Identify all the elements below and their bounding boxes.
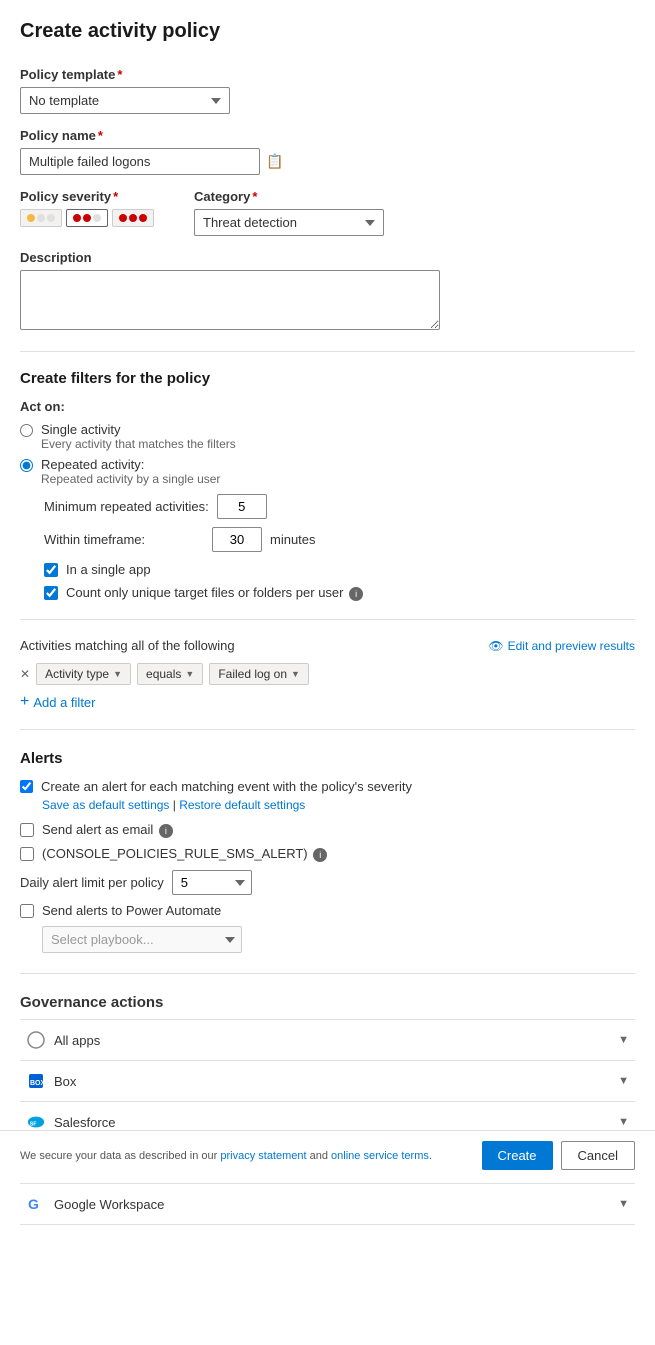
salesforce-icon: SF: [26, 1112, 46, 1132]
policy-name-label: Policy name*: [20, 128, 635, 143]
count-unique-checkbox[interactable]: [44, 586, 58, 600]
svg-text:BOX: BOX: [30, 1080, 45, 1087]
send-email-info-icon: i: [159, 824, 173, 838]
footer-text: We secure your data as described in our …: [20, 1150, 432, 1162]
salesforce-chevron: ▼: [618, 1116, 629, 1128]
gov-box[interactable]: BOX Box ▼: [20, 1060, 635, 1101]
playbook-select[interactable]: Select playbook...: [42, 926, 242, 953]
severity-medium-button[interactable]: [66, 209, 108, 227]
single-app-label: In a single app: [66, 562, 151, 577]
send-email-checkbox[interactable]: [20, 823, 34, 837]
filter-value-pill[interactable]: Failed log on ▼: [209, 663, 309, 685]
all-apps-chevron: ▼: [618, 1034, 629, 1046]
repeated-activity-radio[interactable]: [20, 459, 33, 472]
description-label: Description: [20, 250, 635, 265]
google-workspace-label: Google Workspace: [54, 1197, 164, 1212]
box-chevron: ▼: [618, 1075, 629, 1087]
alerts-title: Alerts: [20, 750, 635, 767]
box-icon: BOX: [26, 1071, 46, 1091]
policy-severity-label: Policy severity*: [20, 189, 154, 204]
restore-default-link[interactable]: Restore default settings: [179, 798, 305, 812]
timeframe-input[interactable]: [212, 527, 262, 552]
terms-link[interactable]: online service terms: [331, 1150, 429, 1162]
privacy-link[interactable]: privacy statement: [220, 1150, 306, 1162]
timeframe-unit: minutes: [270, 532, 316, 547]
gov-all-apps[interactable]: All apps ▼: [20, 1019, 635, 1060]
power-automate-checkbox[interactable]: [20, 904, 34, 918]
svg-text:G: G: [28, 1196, 39, 1212]
eye-icon: 👁: [488, 639, 503, 653]
severity-low-button[interactable]: [20, 209, 62, 227]
filter-operator-pill[interactable]: equals ▼: [137, 663, 203, 685]
policy-template-select[interactable]: No template: [20, 87, 230, 114]
min-repeated-input[interactable]: [217, 494, 267, 519]
filter-close-button[interactable]: ✕: [20, 667, 30, 681]
add-filter-button[interactable]: + Add a filter: [20, 693, 635, 711]
activities-matching-title: Activities matching all of the following: [20, 638, 235, 653]
min-repeated-label: Minimum repeated activities:: [44, 499, 209, 514]
policy-template-label: Policy template*: [20, 67, 635, 82]
alerts-default-links: Save as default settings | Restore defau…: [42, 798, 635, 812]
all-apps-label: All apps: [54, 1033, 100, 1048]
repeated-activity-label: Repeated activity:: [41, 457, 220, 472]
sms-alert-checkbox[interactable]: [20, 847, 34, 861]
main-alert-label: Create an alert for each matching event …: [41, 779, 412, 794]
main-alert-checkbox[interactable]: [20, 780, 33, 793]
filter-field-pill[interactable]: Activity type ▼: [36, 663, 131, 685]
severity-high-button[interactable]: [112, 209, 154, 227]
copy-icon[interactable]: 📋: [266, 153, 283, 170]
box-label: Box: [54, 1074, 76, 1089]
act-on-label: Act on:: [20, 399, 635, 414]
send-email-label: Send alert as email i: [42, 822, 173, 838]
governance-title: Governance actions: [20, 994, 635, 1011]
google-workspace-icon: G: [26, 1194, 46, 1214]
save-default-link[interactable]: Save as default settings: [42, 798, 169, 812]
single-activity-radio[interactable]: [20, 424, 33, 437]
single-app-checkbox[interactable]: [44, 563, 58, 577]
gov-google-workspace[interactable]: G Google Workspace ▼: [20, 1183, 635, 1225]
filters-section-title: Create filters for the policy: [20, 370, 635, 387]
edit-preview-link[interactable]: 👁 Edit and preview results: [488, 639, 635, 653]
single-activity-label: Single activity: [41, 422, 236, 437]
category-select[interactable]: Threat detection: [194, 209, 384, 236]
within-timeframe-label: Within timeframe:: [44, 532, 204, 547]
page-title: Create activity policy: [20, 20, 635, 43]
daily-limit-label: Daily alert limit per policy: [20, 875, 164, 890]
repeated-activity-sublabel: Repeated activity by a single user: [41, 472, 220, 486]
all-apps-icon: [26, 1030, 46, 1050]
sms-info-icon: i: [313, 848, 327, 862]
svg-text:SF: SF: [30, 1122, 38, 1128]
footer-bar: We secure your data as described in our …: [0, 1130, 655, 1180]
google-workspace-chevron: ▼: [618, 1198, 629, 1210]
daily-limit-select[interactable]: 5 1 2 10 20 50: [172, 870, 252, 895]
description-textarea[interactable]: [20, 270, 440, 330]
single-activity-sublabel: Every activity that matches the filters: [41, 437, 236, 451]
policy-name-input[interactable]: [20, 148, 260, 175]
count-unique-label: Count only unique target files or folder…: [66, 585, 363, 601]
create-button[interactable]: Create: [482, 1141, 553, 1170]
cancel-button[interactable]: Cancel: [561, 1141, 635, 1170]
sms-alert-label: (CONSOLE_POLICIES_RULE_SMS_ALERT) i: [42, 846, 327, 862]
category-label: Category*: [194, 189, 384, 204]
count-unique-info-icon: i: [349, 587, 363, 601]
salesforce-label: Salesforce: [54, 1115, 115, 1130]
power-automate-label: Send alerts to Power Automate: [42, 903, 221, 918]
